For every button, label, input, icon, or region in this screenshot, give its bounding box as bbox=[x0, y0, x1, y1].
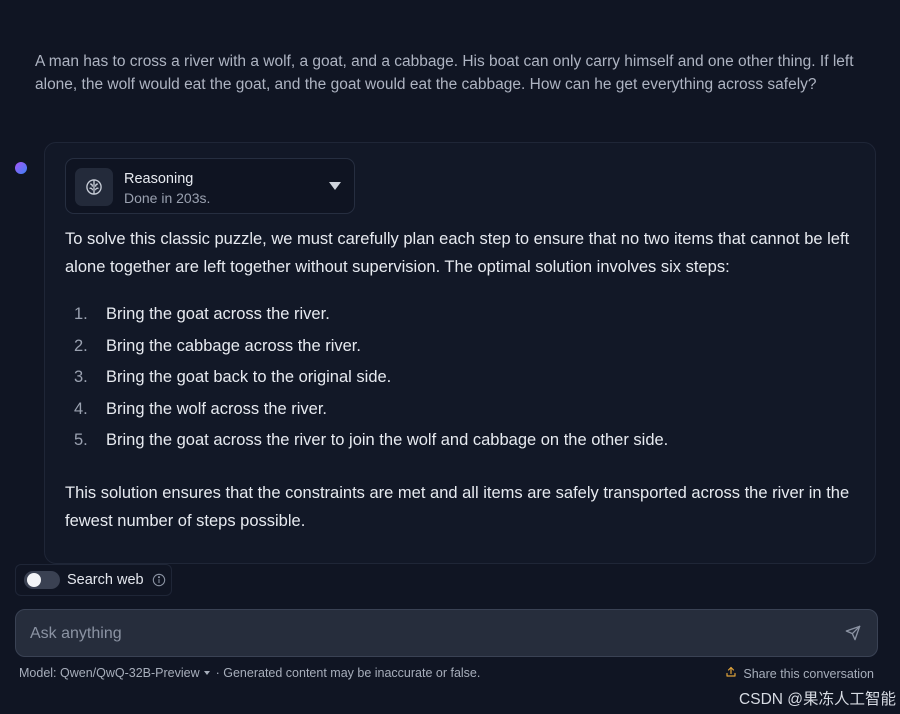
step-text: Bring the cabbage across the river. bbox=[106, 336, 361, 355]
model-selector[interactable]: Model: Qwen/QwQ-32B-Preview bbox=[19, 666, 200, 680]
caret-down-icon[interactable] bbox=[203, 671, 210, 675]
step-text: Bring the goat back to the original side… bbox=[106, 368, 392, 387]
step-number: 3. bbox=[74, 368, 88, 387]
reasoning-title: Reasoning bbox=[124, 171, 194, 187]
info-icon[interactable] bbox=[152, 573, 166, 592]
assistant-avatar bbox=[15, 162, 27, 174]
disclaimer: · Generated content may be inaccurate or… bbox=[215, 666, 481, 680]
assistant-message: Reasoning Done in 203s. To solve this cl… bbox=[44, 142, 876, 564]
watermark: CSDN @果冻人工智能 bbox=[739, 691, 896, 708]
chevron-down-icon[interactable] bbox=[329, 182, 341, 190]
step-text: Bring the wolf across the river. bbox=[106, 399, 328, 418]
answer-conclusion: This solution ensures that the constrain… bbox=[65, 483, 850, 530]
step-text: Bring the goat across the river. bbox=[106, 305, 330, 324]
send-icon[interactable] bbox=[845, 625, 861, 646]
share-icon bbox=[725, 666, 737, 681]
composer bbox=[15, 609, 878, 658]
answer-body: To solve this classic puzzle, we must ca… bbox=[65, 225, 863, 535]
brain-icon bbox=[75, 168, 113, 206]
step-number: 2. bbox=[74, 336, 88, 355]
ask-input[interactable] bbox=[28, 610, 832, 658]
search-web-label: Search web bbox=[67, 572, 144, 588]
answer-intro: To solve this classic puzzle, we must ca… bbox=[65, 230, 850, 276]
steps-list: 1. Bring the goat across the river. 2. B… bbox=[65, 296, 863, 459]
step-number: 1. bbox=[74, 305, 88, 324]
step-number: 5. bbox=[74, 431, 88, 450]
user-message: A man has to cross a river with a wolf, … bbox=[35, 53, 854, 93]
search-web-control: Search web bbox=[15, 564, 172, 596]
list-item: 5. Bring the goat across the river to jo… bbox=[65, 422, 863, 459]
footer: Model: Qwen/QwQ-32B-Preview · Generated … bbox=[19, 666, 480, 680]
search-web-toggle[interactable] bbox=[24, 571, 60, 589]
share-link[interactable]: Share this conversation bbox=[725, 666, 874, 681]
share-label: Share this conversation bbox=[743, 666, 874, 681]
step-number: 4. bbox=[74, 399, 88, 418]
reasoning-dropdown[interactable]: Reasoning Done in 203s. bbox=[65, 158, 355, 214]
step-text: Bring the goat across the river to join … bbox=[106, 431, 669, 450]
chat-page: A man has to cross a river with a wolf, … bbox=[0, 0, 900, 714]
toggle-knob bbox=[27, 573, 41, 587]
reasoning-status: Done in 203s. bbox=[124, 190, 211, 206]
